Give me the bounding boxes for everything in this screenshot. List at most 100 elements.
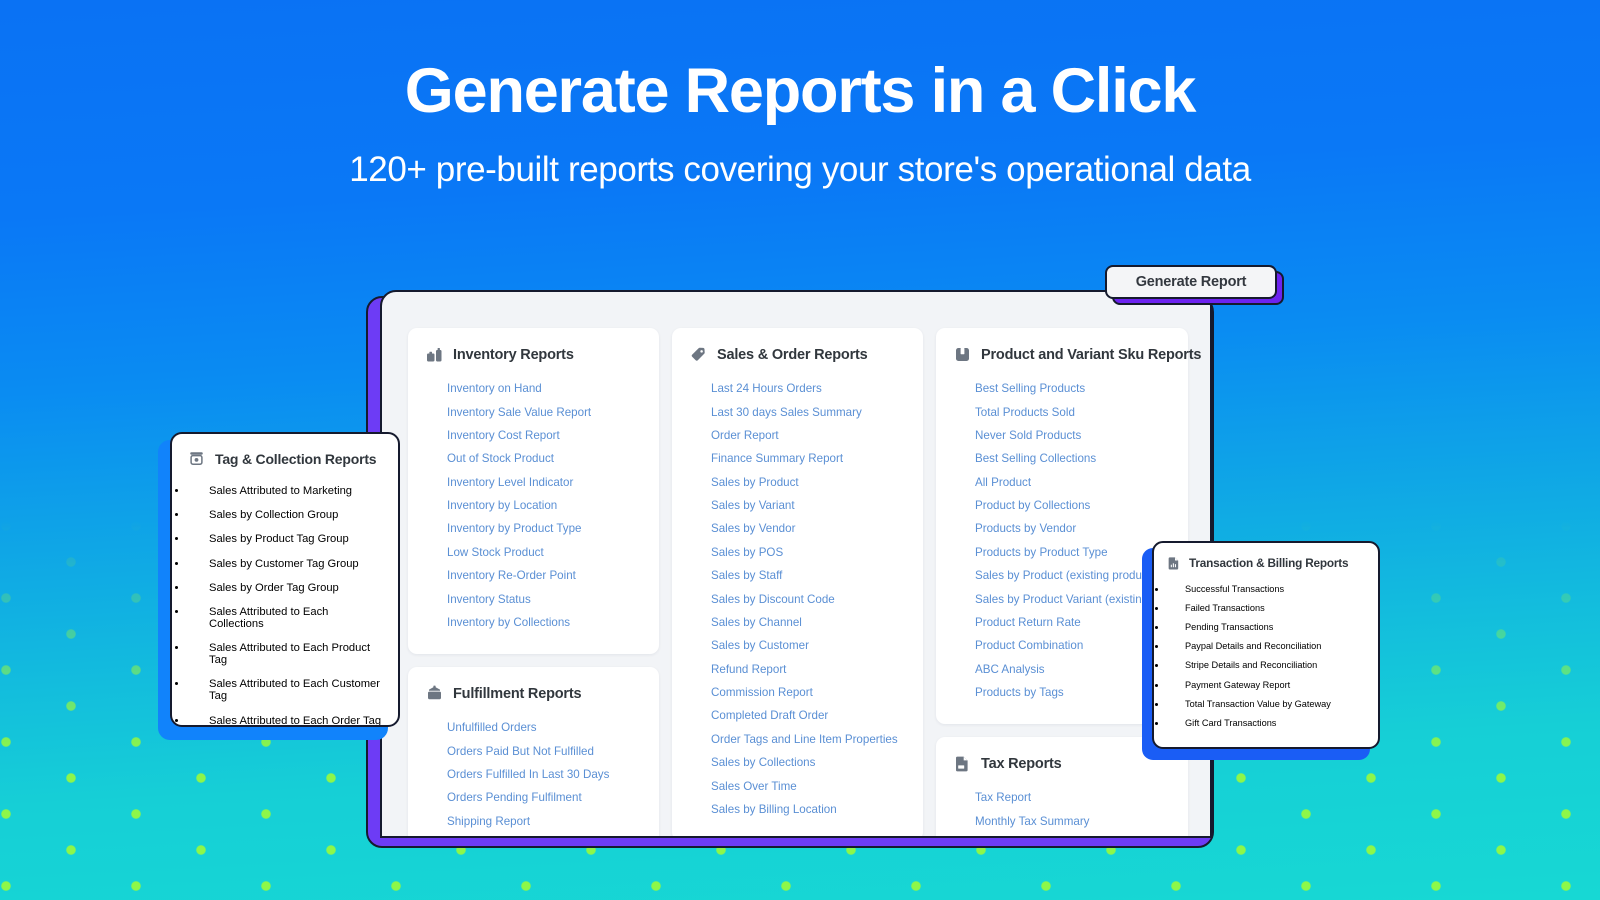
report-link[interactable]: Last 30 days Sales Summary <box>690 400 905 423</box>
report-link[interactable]: Commission Report <box>690 681 905 704</box>
report-link[interactable]: Product Return Rate <box>954 611 1170 634</box>
report-link[interactable]: Inventory Re-Order Point <box>426 564 641 587</box>
receipt-icon <box>1167 556 1181 570</box>
report-link[interactable]: Gift Card Transactions <box>1167 713 1365 732</box>
report-link[interactable]: Best Selling Collections <box>954 447 1170 470</box>
report-link[interactable]: Order Tags and Line Item Properties <box>690 728 905 751</box>
report-list-inventory: Inventory on Hand Inventory Sale Value Re… <box>426 377 641 634</box>
report-link[interactable]: Sales by Discount Code <box>690 587 905 610</box>
card-tag-collection-reports: Tag & Collection Reports Sales Attribute… <box>170 432 400 727</box>
report-link[interactable]: Out of Stock Product <box>426 447 641 470</box>
report-link[interactable]: Successful Transactions <box>1167 579 1365 598</box>
report-link[interactable]: Sales Attributed to Each Product Tag <box>188 636 382 672</box>
report-link[interactable]: Orders Paid But Not Fulfilled <box>426 740 641 763</box>
card-title: Tag & Collection Reports <box>215 450 377 467</box>
report-link[interactable]: Stripe Details and Reconciliation <box>1167 656 1365 675</box>
report-list-fulfillment: Unfulfilled Orders Orders Paid But Not Fu… <box>426 716 641 833</box>
report-link[interactable]: Payment Gateway Report <box>1167 675 1365 694</box>
report-link[interactable]: Unfulfilled Orders <box>426 716 641 739</box>
package-icon <box>426 685 443 702</box>
page-title: Generate Reports in a Click <box>404 56 1197 126</box>
report-link[interactable]: Monthly Tax Summary <box>954 810 1170 833</box>
report-link[interactable]: Orders Fulfilled In Last 30 Days <box>426 763 641 786</box>
report-link[interactable]: Sales by Variant <box>690 494 905 517</box>
report-link[interactable]: Inventory on Hand <box>426 377 641 400</box>
report-link[interactable]: Last 24 Hours Orders <box>690 377 905 400</box>
report-link[interactable]: Refund Report <box>690 658 905 681</box>
report-link[interactable]: Sales Attributed to Each Collections <box>188 600 382 636</box>
page-root: Generate Reports in a Click 120+ pre-bui… <box>0 0 1600 900</box>
report-link[interactable]: Inventory Level Indicator <box>426 471 641 494</box>
card-title: Inventory Reports <box>453 346 574 363</box>
report-link[interactable]: Sales by POS <box>690 541 905 564</box>
report-link[interactable]: Shipping Report <box>426 810 641 833</box>
report-list-tax: Tax Report Monthly Tax Summary <box>954 786 1170 833</box>
report-list-tag-collection: Sales Attributed to MarketingSales by Co… <box>188 479 382 725</box>
report-list-product-variant: Best Selling Products Total Products Sold… <box>954 377 1179 704</box>
report-link[interactable]: Inventory by Collections <box>426 611 641 634</box>
report-link[interactable]: Product Combination <box>954 634 1170 657</box>
card-header: Tax Reports <box>954 755 1170 772</box>
report-link[interactable]: Sales by Customer Tag Group <box>188 552 382 576</box>
report-link[interactable]: Sales by Channel <box>690 611 905 634</box>
card-title: Fulfillment Reports <box>453 685 582 702</box>
generate-report-button-label: Generate Report <box>1135 274 1247 290</box>
report-link[interactable]: Paypal Details and Reconciliation <box>1167 637 1365 656</box>
report-link[interactable]: Never Sold Products <box>954 424 1170 447</box>
card-header: Sales & Order Reports <box>690 346 905 363</box>
report-link[interactable]: Finance Summary Report <box>690 447 905 470</box>
report-link[interactable]: Sales by Vendor <box>690 517 905 540</box>
report-link[interactable]: Sales by Staff <box>690 564 905 587</box>
generate-report-button[interactable]: Generate Report <box>1105 265 1277 299</box>
document-icon <box>954 755 971 772</box>
column-inventory-fulfillment: Inventory Reports Inventory on Hand Inven… <box>408 328 659 836</box>
report-link[interactable]: Sales Attributed to Each Customer Tag <box>188 672 382 708</box>
report-link[interactable]: Products by Tags <box>954 681 1170 704</box>
report-link[interactable]: Products by Product Type <box>954 541 1170 564</box>
report-link[interactable]: Inventory by Location <box>426 494 641 517</box>
report-link[interactable]: Inventory by Product Type <box>426 517 641 540</box>
tag-icon <box>690 346 707 363</box>
report-link[interactable]: Sales by Product <box>690 471 905 494</box>
card-title: Transaction & Billing Reports <box>1189 556 1349 570</box>
product-icon <box>954 346 971 363</box>
report-link[interactable]: Products by Vendor <box>954 517 1170 540</box>
report-link[interactable]: Sales Over Time <box>690 774 905 797</box>
report-link[interactable]: Best Selling Products <box>954 377 1170 400</box>
report-link[interactable]: Low Stock Product <box>426 541 641 564</box>
report-link[interactable]: Inventory Status <box>426 587 641 610</box>
report-link[interactable]: All Product <box>954 471 1170 494</box>
report-link[interactable]: Sales by Collection Group <box>188 503 382 527</box>
card-sales-order-reports: Sales & Order Reports Last 24 Hours Orde… <box>672 328 923 836</box>
report-link[interactable]: Sales by Product Tag Group <box>188 527 382 551</box>
card-title: Sales & Order Reports <box>717 346 868 363</box>
report-link[interactable]: Inventory Sale Value Report <box>426 400 641 423</box>
report-link[interactable]: Inventory Cost Report <box>426 424 641 447</box>
report-link[interactable]: Sales Attributed to Each Order Tag <box>188 709 382 725</box>
report-link[interactable]: ABC Analysis <box>954 658 1170 681</box>
report-link[interactable]: Total Transaction Value by Gateway <box>1167 694 1365 713</box>
report-link[interactable]: Sales by Product (existing products) <box>954 564 1170 587</box>
report-link[interactable]: Sales by Collections <box>690 751 905 774</box>
card-fulfillment-reports: Fulfillment Reports Unfulfilled Orders Or… <box>408 667 659 836</box>
tag-collection-icon <box>188 450 205 467</box>
page-subtitle: 120+ pre-built reports covering your sto… <box>349 150 1251 190</box>
card-inventory-reports: Inventory Reports Inventory on Hand Inven… <box>408 328 659 655</box>
report-link[interactable]: Sales by Product Variant (existing skus) <box>954 587 1179 610</box>
report-link[interactable]: Total Products Sold <box>954 400 1170 423</box>
report-link[interactable]: Orders Pending Fulfilment <box>426 786 641 809</box>
card-title: Tax Reports <box>981 755 1062 772</box>
report-link[interactable]: Completed Draft Order <box>690 704 905 727</box>
report-link[interactable]: Pending Transactions <box>1167 617 1365 636</box>
report-link[interactable]: Sales by Order Tag Group <box>188 576 382 600</box>
report-link[interactable]: Sales by Billing Location <box>690 798 905 821</box>
report-link[interactable]: Product by Collections <box>954 494 1170 517</box>
column-sales-order: Sales & Order Reports Last 24 Hours Orde… <box>672 328 923 836</box>
reports-panel: Inventory Reports Inventory on Hand Inven… <box>380 290 1212 838</box>
report-link[interactable]: Sales by Customer <box>690 634 905 657</box>
report-link[interactable]: Failed Transactions <box>1167 598 1365 617</box>
report-link[interactable]: Tax Report <box>954 786 1170 809</box>
report-link[interactable]: Sales Attributed to Marketing <box>188 479 382 503</box>
reports-columns: Inventory Reports Inventory on Hand Inven… <box>382 292 1210 836</box>
report-link[interactable]: Order Report <box>690 424 905 447</box>
